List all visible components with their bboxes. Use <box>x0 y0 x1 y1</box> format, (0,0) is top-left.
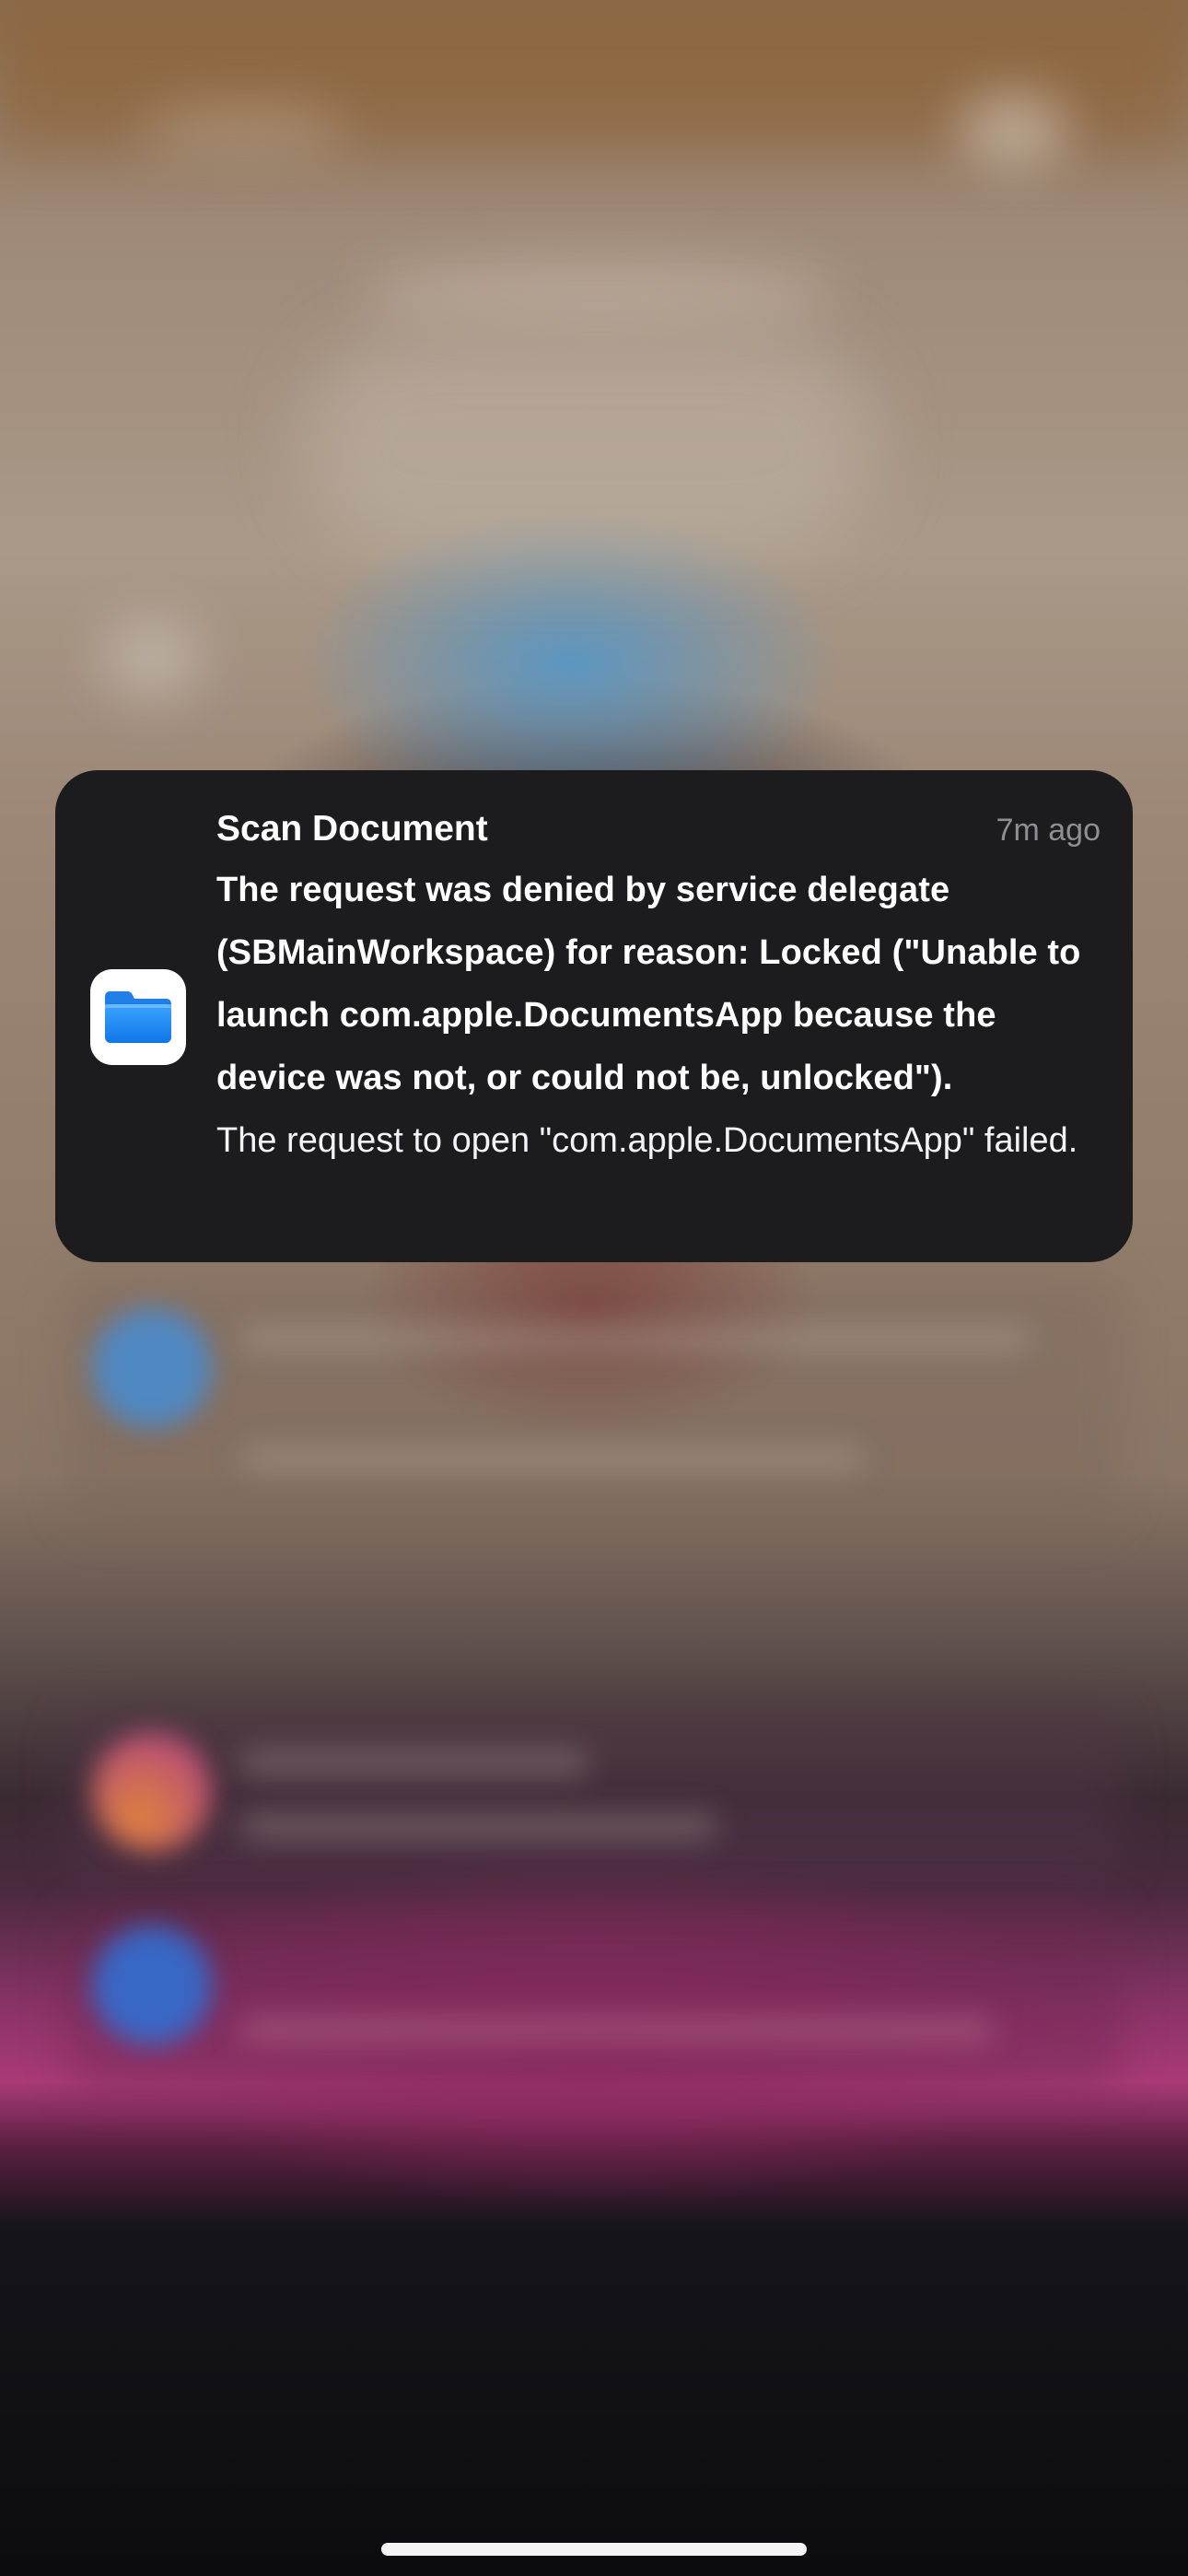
blurred-text-line <box>239 1446 866 1470</box>
blurred-text-line <box>239 2018 995 2042</box>
notification-content: Scan Document 7m ago The request was den… <box>216 803 1101 1172</box>
status-bar-blur-right <box>958 92 1068 166</box>
blurred-notification-card <box>64 1704 1124 1889</box>
notification-headline: The request was denied by service delega… <box>216 871 1081 1097</box>
lock-screen-wallpaper <box>0 0 1188 2576</box>
blurred-notification-card <box>64 1271 1124 1529</box>
blurred-app-icon <box>92 1926 212 2045</box>
widget-blur <box>101 617 203 700</box>
notification-body: The request to open "com.apple.Documents… <box>216 1121 1078 1160</box>
notification-header: Scan Document 7m ago <box>216 803 1101 855</box>
home-indicator[interactable] <box>381 2543 807 2556</box>
blurred-text-line <box>239 1815 718 1839</box>
blurred-app-icon <box>92 1732 212 1852</box>
notification-card[interactable]: Scan Document 7m ago The request was den… <box>55 770 1133 1262</box>
notification-title: Scan Document <box>216 809 488 849</box>
clock-blur <box>304 332 875 553</box>
blurred-text-line <box>239 1751 589 1774</box>
blurred-app-icon <box>92 1308 212 1428</box>
files-app-icon <box>90 969 186 1065</box>
date-blur <box>359 258 838 322</box>
status-bar-blur-left <box>138 101 350 157</box>
notification-timestamp: 7m ago <box>996 813 1101 848</box>
folder-icon <box>105 991 171 1043</box>
blurred-notification-card <box>64 1907 1124 2091</box>
blurred-text-line <box>239 1327 1031 1351</box>
